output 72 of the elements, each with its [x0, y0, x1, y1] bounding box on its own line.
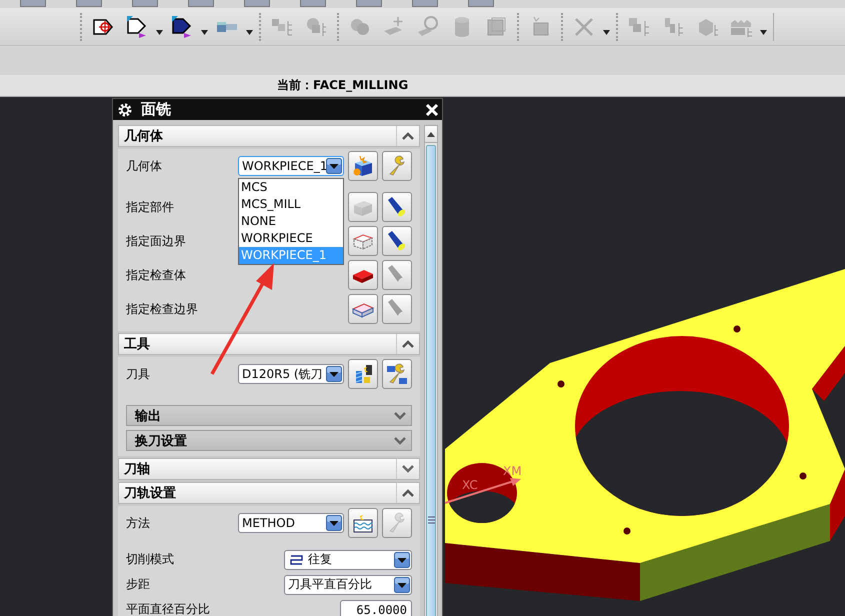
field-label: 指定检查边界 [126, 300, 198, 318]
caret-icon[interactable] [156, 30, 163, 35]
section-header[interactable]: 几何体 [118, 125, 420, 147]
axis-label: XC [462, 478, 478, 492]
chevron-down-icon[interactable] [394, 436, 406, 444]
subsection-header[interactable]: 输出 [126, 405, 412, 426]
cut-off-icon[interactable] [412, 0, 438, 7]
section-title: 刀轨设置 [122, 485, 177, 502]
scrollbar[interactable] [424, 125, 438, 616]
icon-button[interactable] [348, 359, 378, 389]
arrow-shape-icon[interactable] [125, 14, 149, 38]
icon-button[interactable] [382, 359, 412, 389]
cut-off-icon[interactable] [300, 0, 326, 7]
field-label: 指定部件 [126, 198, 174, 216]
chevron-down-icon[interactable] [394, 412, 406, 420]
icon-button[interactable] [348, 294, 378, 324]
select-field[interactable]: METHOD [238, 513, 344, 533]
current-operation-text: 当前：FACE_MILLING [277, 77, 408, 94]
arrow-shape-icon[interactable] [170, 14, 194, 38]
cut-off-icon[interactable] [132, 0, 158, 7]
cut-off-icon[interactable] [188, 0, 214, 7]
section-title: 工具 [123, 336, 151, 353]
number-field[interactable]: 65.0000 [340, 600, 412, 616]
cut-off-icon[interactable] [76, 0, 102, 7]
section-title: 刀轴 [122, 461, 151, 478]
dropdown-option[interactable]: MCS [239, 179, 343, 196]
field-label: 切削模式 [126, 551, 174, 568]
icon-button[interactable] [382, 226, 412, 256]
field-label: 方法 [126, 514, 150, 532]
scrollbar-thumb[interactable] [426, 145, 436, 616]
field-label: 指定检查体 [126, 266, 186, 284]
subsection-header[interactable]: 换刀设置 [126, 430, 412, 451]
chevron-up-icon[interactable] [402, 340, 414, 348]
chevron-down-icon[interactable] [402, 465, 414, 473]
icon-button[interactable] [348, 151, 378, 181]
dialog-title: 面铣 [141, 100, 172, 119]
section-header[interactable]: 工具 [118, 333, 420, 355]
chevron-up-icon[interactable] [402, 132, 414, 140]
cut-off-icon[interactable] [468, 0, 494, 7]
wrench-icon [385, 362, 409, 386]
section-title: 几何体 [122, 128, 164, 145]
close-icon[interactable] [424, 102, 440, 118]
select-field[interactable]: D120R5 (铣刀 [238, 364, 344, 384]
field-label: 步距 [126, 576, 150, 593]
field-label: 几何体 [126, 158, 162, 174]
axis-label: XM [503, 464, 522, 478]
cut-off-icon[interactable] [244, 0, 270, 7]
cut-off-icon[interactable] [20, 0, 46, 7]
icon-button[interactable] [382, 192, 412, 222]
section-header[interactable]: 刀轴 [118, 458, 420, 480]
dropdown-option[interactable]: MCS_MILL [239, 196, 343, 213]
settings-icon[interactable] [117, 102, 133, 118]
cut-off-icon[interactable] [356, 0, 382, 7]
caret-icon[interactable] [246, 30, 253, 35]
subsection-title: 输出 [134, 408, 162, 424]
icon-button[interactable] [348, 260, 378, 290]
field-label: 指定面边界 [126, 232, 186, 250]
select-field[interactable]: 往复 [284, 550, 412, 570]
select-field[interactable]: 刀具平直百分比 [284, 574, 412, 594]
subsection-title: 换刀设置 [134, 432, 188, 450]
dropdown-option[interactable]: NONE [239, 213, 343, 230]
field-label: 平面直径百分比 [126, 601, 210, 616]
caret-icon[interactable] [201, 30, 208, 35]
dropdown-option[interactable]: WORKPIECE [239, 230, 343, 247]
chevron-up-icon[interactable] [402, 489, 414, 497]
icon-button[interactable] [348, 508, 378, 538]
cube-icon [351, 154, 375, 178]
grip-icon [428, 516, 434, 524]
field-label: 刀具 [126, 366, 150, 382]
up-arrow-icon [427, 132, 435, 136]
section-header[interactable]: 刀轨设置 [118, 482, 420, 504]
scroll-up-button[interactable] [425, 126, 437, 143]
